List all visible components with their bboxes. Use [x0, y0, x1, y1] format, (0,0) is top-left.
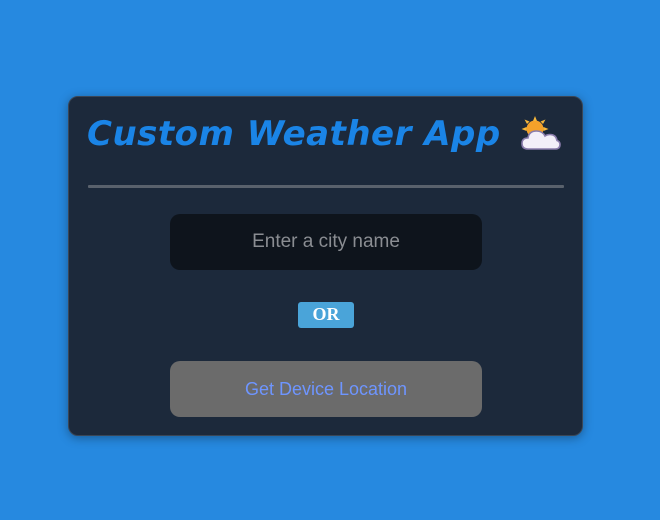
header: Custom Weather App — [87, 109, 561, 159]
page: Custom Weather App Enter a city name OR … — [0, 0, 660, 520]
sun-behind-cloud-icon — [519, 115, 561, 153]
header-divider — [88, 185, 564, 188]
or-separator-badge: OR — [298, 302, 354, 328]
app-title: Custom Weather App — [87, 114, 501, 154]
city-search-input[interactable] — [170, 214, 482, 270]
get-device-location-button[interactable]: Get Device Location — [170, 361, 482, 417]
weather-card: Custom Weather App Enter a city name OR … — [68, 96, 583, 436]
